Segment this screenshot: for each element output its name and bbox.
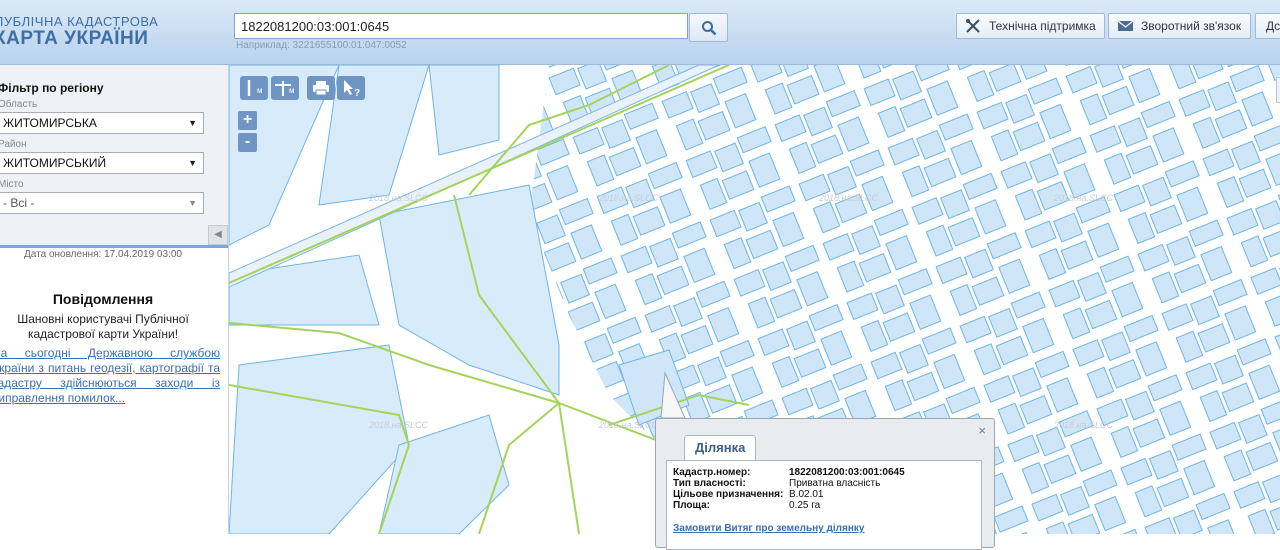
tools-icon <box>966 19 980 33</box>
tab-parcel[interactable]: Ділянка <box>684 435 757 460</box>
extra-button[interactable]: Дс <box>1255 13 1280 39</box>
parcel-key: Кадастр.номер: <box>673 467 751 478</box>
dropdown-arrow-icon: ▼ <box>188 118 197 128</box>
logo[interactable]: ПУБЛІЧНА КАДАСТРОВА КАРТА УКРАЇНИ <box>0 14 158 49</box>
update-date: Дата оновлення: 17.04.2019 03:00 <box>24 249 182 260</box>
collapse-sidebar-button[interactable]: ◀ <box>208 225 228 245</box>
watermark: 2018.на.SLCC <box>599 420 658 430</box>
feedback-label: Зворотний зв'язок <box>1141 19 1242 33</box>
zoom-in-button[interactable]: + <box>238 111 257 130</box>
logo-line2: КАРТА УКРАЇНИ <box>0 28 149 49</box>
parcel-value: Приватна власність <box>789 478 881 489</box>
logo-line1: ПУБЛІЧНА КАДАСТРОВА <box>0 14 159 29</box>
area-icon <box>275 81 291 96</box>
parcel-key: Площа: <box>673 500 710 511</box>
search-icon <box>702 21 717 36</box>
support-button[interactable]: Технічна підтримка <box>956 13 1105 39</box>
extra-label: Дс <box>1266 19 1280 33</box>
filter-title: Фільтр по регіону <box>0 81 104 95</box>
order-extract-link[interactable]: Замовити Витяг про земельну ділянку <box>673 523 864 534</box>
feedback-button[interactable]: Зворотний зв'язок <box>1108 13 1251 39</box>
region-filter: Фільтр по регіону Область ЖИТОМИРСЬКА ▼ … <box>0 65 228 245</box>
ruler-icon <box>247 80 251 96</box>
support-label: Технічна підтримка <box>989 19 1096 33</box>
tool-unit-label: м <box>257 86 263 95</box>
news-title: Повідомлення <box>52 291 154 307</box>
parcel-value: 0.25 га <box>789 500 821 511</box>
news-link[interactable]: На сьогодні Державною службою України з … <box>0 346 220 406</box>
watermark: 2018.на.SLCC <box>369 193 428 203</box>
city-label: Місто <box>0 179 24 190</box>
parcel-details: Кадастр.номер: 1822081200:03:001:0645 Ти… <box>666 460 982 550</box>
parcel-info-popup: × Ділянка Кадастр.номер: 1822081200:03:0… <box>655 418 995 550</box>
header: ПУБЛІЧНА КАДАСТРОВА КАРТА УКРАЇНИ Наприк… <box>0 0 1280 65</box>
region-value: ЖИТОМИРСЬКА <box>3 116 97 130</box>
city-select[interactable]: - Всі - ▼ <box>0 192 204 214</box>
identify-tool[interactable]: ? <box>337 76 365 100</box>
district-value: ЖИТОМИРСЬКИЙ <box>3 156 107 170</box>
print-icon <box>313 81 329 96</box>
svg-text:?: ? <box>354 88 360 99</box>
parcel-value: В.02.01 <box>789 489 824 500</box>
zoom-out-button[interactable]: - <box>238 133 257 152</box>
news-greeting: Шановні користувачі Публічної кадастрово… <box>17 312 189 341</box>
watermark: 2018.на.SLCC <box>819 193 878 203</box>
dropdown-arrow-icon: ▼ <box>188 158 197 168</box>
search-hint: Наприклад: 3221655100:01:047:0052 <box>236 40 407 51</box>
region-label: Область <box>0 99 38 110</box>
watermark: 2018.на.SLCC <box>599 193 658 203</box>
envelope-icon <box>1117 20 1134 31</box>
search-input[interactable] <box>234 13 688 39</box>
map-side-panel-handle[interactable] <box>1276 77 1280 103</box>
watermark: 2018.на.SLCC <box>369 420 428 430</box>
watermark: 2018.на.SLCC <box>1054 420 1113 430</box>
close-icon[interactable]: × <box>978 423 986 438</box>
dropdown-arrow-icon: ▼ <box>188 198 197 208</box>
watermark: 2018.на.SLCC <box>1054 193 1113 203</box>
region-select[interactable]: ЖИТОМИРСЬКА ▼ <box>0 112 204 134</box>
measure-area-tool[interactable]: м <box>271 76 299 100</box>
search-button[interactable] <box>689 13 728 42</box>
print-button[interactable] <box>307 76 335 100</box>
district-label: Район <box>0 139 27 150</box>
parcel-value: 1822081200:03:001:0645 <box>789 467 905 478</box>
sidebar: Фільтр по регіону Область ЖИТОМИРСЬКА ▼ … <box>0 65 229 534</box>
parcel-key: Тип власності: <box>673 478 746 489</box>
tool-unit-label: м <box>289 86 295 95</box>
city-value: - Всі - <box>3 196 35 210</box>
cursor-question-icon: ? <box>344 80 360 99</box>
divider <box>0 245 228 248</box>
parcel-key: Цільове призначення: <box>673 489 784 500</box>
district-select[interactable]: ЖИТОМИРСЬКИЙ ▼ <box>0 152 204 174</box>
measure-distance-tool[interactable]: м <box>240 76 268 100</box>
